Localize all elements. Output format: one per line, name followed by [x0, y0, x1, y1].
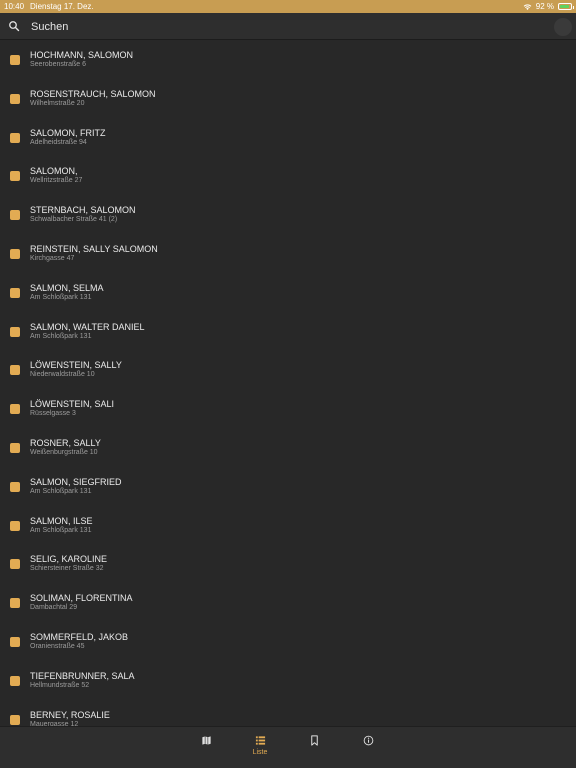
result-list[interactable]: HOCHMANN, SALOMON Seerobenstraße 6 ROSENST… — [0, 41, 576, 726]
entry-marker-icon — [10, 171, 20, 182]
list-item-name: SALMON, SIEGFRIED — [30, 476, 122, 487]
status-date: Dienstag 17. Dez. — [30, 2, 94, 11]
status-right: 92 % — [523, 0, 574, 13]
list-item-name: SALOMON, — [30, 166, 78, 177]
list-item-name: HOCHMANN, SALOMON — [30, 50, 134, 60]
list-item-name: SOMMERFELD, JAKOB — [30, 631, 129, 642]
entry-marker-icon — [10, 132, 20, 143]
list-item[interactable]: STERNBACH, SALOMON Schwalbacher Straße 41… — [0, 196, 576, 235]
entry-marker-icon — [10, 442, 20, 453]
list-item-address: Am Schloßpark 131 — [30, 526, 92, 534]
list-item[interactable]: SALMON, WALTER DANIEL Am Schloßpark 131 — [0, 313, 576, 352]
list-item-address: Am Schloßpark 131 — [30, 487, 92, 495]
list-item[interactable]: SOLIMAN, FLORENTINA Dambachtal 29 — [0, 584, 576, 623]
list-item[interactable]: LÖWENSTEIN, SALI Rüsselgasse 3 — [0, 390, 576, 429]
list-item-address: Oranienstraße 45 — [30, 642, 85, 650]
search-input[interactable] — [31, 18, 511, 36]
list-item-name: BERNEY, ROSALIE — [30, 709, 110, 720]
list-item-name: SOLIMAN, FLORENTINA — [30, 593, 133, 604]
list-item[interactable]: TIEFENBRUNNER, SALA Hellmundstraße 52 — [0, 662, 576, 701]
list-item-name: ROSENSTRAUCH, SALOMON — [30, 88, 156, 99]
entry-marker-icon — [10, 287, 20, 298]
list-item[interactable]: SOMMERFELD, JAKOB Oranienstraße 45 — [0, 623, 576, 662]
wifi-icon — [523, 3, 532, 10]
search-icon — [9, 21, 20, 32]
list-item-address: Seerobenstraße 6 — [30, 61, 87, 68]
list-item-name: LÖWENSTEIN, SALLY — [30, 360, 122, 371]
entry-marker-icon — [10, 326, 20, 337]
entry-marker-icon — [10, 675, 20, 686]
entry-marker-icon — [10, 248, 20, 259]
list-item[interactable]: SALMON, SIEGFRIED Am Schloßpark 131 — [0, 468, 576, 507]
entry-marker-icon — [10, 365, 20, 376]
tab-bar: Liste — [0, 726, 576, 768]
list-item-address: Weißenburgstraße 10 — [30, 448, 98, 456]
list-item-name: REINSTEIN, SALLY SALOMON — [30, 243, 158, 254]
entry-marker-icon — [10, 636, 20, 647]
entry-marker-icon — [10, 714, 20, 725]
status-time: 10:40 — [4, 2, 25, 11]
tab-list-label: Liste — [252, 749, 268, 756]
list-item-address: Kirchgasse 47 — [30, 254, 75, 262]
entry-marker-icon — [10, 481, 20, 492]
list-item-address: Schiersteiner Straße 32 — [30, 565, 104, 573]
list-item[interactable]: SALOMON, FRITZ Adelheidstraße 94 — [0, 119, 576, 158]
status-left: 10:40 Dienstag 17. Dez. — [4, 0, 100, 13]
list-item-name: SALMON, ILSE — [30, 515, 93, 526]
list-item-name: TIEFENBRUNNER, SALA — [30, 670, 135, 681]
entry-marker-icon — [10, 210, 20, 221]
list-item[interactable]: HOCHMANN, SALOMON Seerobenstraße 6 — [0, 41, 576, 80]
status-bar: 10:40 Dienstag 17. Dez. 92 % — [0, 0, 576, 13]
list-item[interactable]: SALMON, ILSE Am Schloßpark 131 — [0, 507, 576, 546]
list-item-address: Wilhelmstraße 20 — [30, 99, 85, 107]
list-item-name: STERNBACH, SALOMON — [30, 205, 136, 216]
list-icon — [255, 736, 265, 745]
entry-marker-icon — [10, 598, 20, 609]
entry-marker-icon — [10, 55, 20, 65]
list-item-name: SALOMON, FRITZ — [30, 127, 106, 138]
list-item-address: Am Schloßpark 131 — [30, 332, 92, 340]
list-item-address: Adelheidstraße 94 — [30, 138, 87, 146]
list-item-name: SALMON, WALTER DANIEL — [30, 321, 145, 332]
list-item-address: Niederwaldstraße 10 — [30, 371, 95, 379]
entry-marker-icon — [10, 404, 20, 415]
list-item[interactable]: SALMON, SELMA Am Schloßpark 131 — [0, 274, 576, 313]
tab-bookmarks[interactable] — [294, 727, 334, 763]
map-icon — [201, 736, 211, 745]
list-item[interactable]: BERNEY, ROSALIE Mauergasse 12 — [0, 701, 576, 726]
list-item-name: LÖWENSTEIN, SALI — [30, 399, 115, 410]
list-item[interactable]: ROSENSTRAUCH, SALOMON Wilhelmstraße 20 — [0, 80, 576, 119]
list-item-address: Schwalbacher Straße 41 (2) — [30, 216, 118, 224]
avatar[interactable] — [554, 18, 572, 36]
tab-info[interactable] — [348, 727, 388, 763]
list-item-address: Wellritzstraße 27 — [30, 177, 83, 185]
list-item-name: SELIG, KAROLINE — [30, 554, 108, 565]
list-item[interactable]: REINSTEIN, SALLY SALOMON Kirchgasse 47 — [0, 235, 576, 274]
info-icon — [363, 735, 373, 746]
entry-marker-icon — [10, 93, 20, 104]
battery-percent: 92 % — [535, 2, 554, 11]
list-item[interactable]: SALOMON, Wellritzstraße 27 — [0, 157, 576, 196]
list-item-address: Dambachtal 29 — [30, 604, 78, 612]
battery-icon — [558, 3, 574, 10]
list-item[interactable]: SELIG, KAROLINE Schiersteiner Straße 32 — [0, 545, 576, 584]
entry-marker-icon — [10, 520, 20, 531]
list-item-address: Hellmundstraße 52 — [30, 681, 90, 689]
list-item-address: Rüsselgasse 3 — [30, 410, 76, 418]
list-item-name: SALMON, SELMA — [30, 282, 104, 293]
search-bar — [0, 13, 576, 40]
tab-map[interactable] — [186, 727, 226, 763]
entry-marker-icon — [10, 559, 20, 570]
bookmark-icon — [310, 735, 318, 746]
list-item[interactable]: LÖWENSTEIN, SALLY Niederwaldstraße 10 — [0, 351, 576, 390]
tab-list[interactable]: Liste — [240, 727, 280, 763]
list-item[interactable]: ROSNER, SALLY Weißenburgstraße 10 — [0, 429, 576, 468]
list-item-address: Am Schloßpark 131 — [30, 293, 92, 301]
list-item-name: ROSNER, SALLY — [30, 437, 101, 448]
